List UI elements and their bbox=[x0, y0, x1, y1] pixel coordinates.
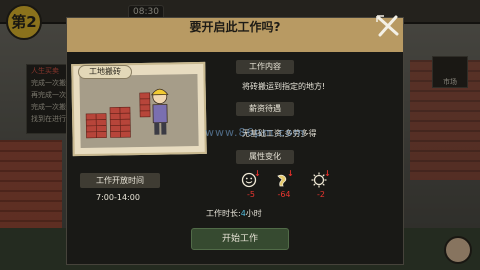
open-time-label: 工作开放时间 bbox=[80, 173, 160, 188]
work-content-label: 工作内容 bbox=[236, 60, 294, 74]
close-button[interactable] bbox=[376, 14, 400, 38]
salary-label: 薪资待遇 bbox=[236, 102, 294, 116]
work-duration: 工作时长:4小时 bbox=[206, 208, 262, 219]
start-work-button[interactable]: 开始工作 bbox=[191, 228, 289, 250]
down-arrow-icon: ↓ bbox=[254, 169, 261, 178]
job-illustration bbox=[79, 73, 199, 149]
watermark: www.86pm.com bbox=[205, 126, 306, 139]
dialog-title: 要开启此工作吗? bbox=[189, 20, 281, 34]
duration-prefix: 工作时长: bbox=[206, 209, 241, 218]
down-arrow-icon: ↓ bbox=[287, 169, 294, 178]
hunger-value: -64 bbox=[277, 190, 291, 199]
mood-value: -5 bbox=[247, 190, 255, 199]
work-content-text: 将砖搬运到指定的地方! bbox=[242, 82, 326, 91]
job-name-tag: 工地搬砖 bbox=[78, 65, 132, 79]
duration-unit: 小时 bbox=[245, 209, 262, 218]
close-icon bbox=[376, 15, 399, 37]
energy-stat: ↓ -2 bbox=[308, 169, 334, 202]
attribute-label: 属性变化 bbox=[236, 150, 294, 164]
dialog-header: 要开启此工作吗? bbox=[67, 18, 403, 52]
open-time-value: 7:00-14:00 bbox=[96, 193, 140, 202]
energy-value: -2 bbox=[317, 190, 325, 199]
hunger-stat: ↓ -64 bbox=[271, 169, 297, 202]
down-arrow-icon: ↓ bbox=[324, 169, 331, 178]
mood-stat: ↓ -5 bbox=[238, 169, 264, 202]
